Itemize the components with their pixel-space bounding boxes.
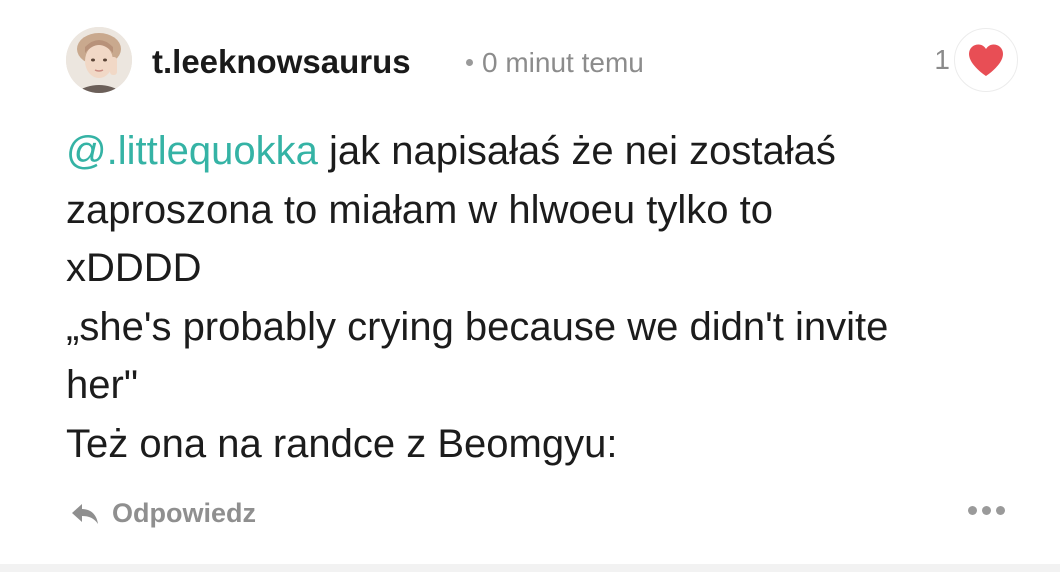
comment-line-2: zaproszona to miałam w hlwoeu tylko to [66,187,773,232]
comment-meta: 0 minut temu [466,43,644,83]
comment-line-1: @.littlequokka jak napisałaś że nei zost… [66,122,1036,181]
heart-icon [969,44,1003,76]
comment-body: @.littlequokka jak napisałaś że nei zost… [66,122,1036,474]
comment-header: t.leeknowsaurus 0 minut temu 1 [0,0,1060,110]
separator-dot [466,59,473,67]
more-dots-icon[interactable] [968,506,1005,515]
divider [0,564,1060,572]
comment-line-6: Też ona na randce z Beomgyu: [66,421,618,466]
reply-button[interactable]: Odpowiedz [70,498,256,529]
mention-link[interactable]: @.littlequokka [66,129,318,173]
comment-text: jak napisałaś że nei zostałaś [317,129,836,173]
comment-actions: Odpowiedz [0,492,1060,542]
dot [982,506,991,515]
comment: t.leeknowsaurus 0 minut temu 1 @.littleq… [0,0,1060,572]
timestamp: 0 minut temu [482,47,644,78]
comment-line-3: xDDDD [66,246,202,291]
avatar[interactable] [66,27,132,93]
dot [996,506,1005,515]
comment-line-4: „she's probably crying because we didn't… [66,304,889,349]
reply-label: Odpowiedz [112,498,256,528]
like-control: 1 [934,28,1018,92]
like-button[interactable] [954,28,1018,92]
avatar-image [66,27,132,93]
username[interactable]: t.leeknowsaurus [152,40,411,84]
reply-arrow-icon [70,502,100,526]
dot [968,506,977,515]
comment-line-5: her" [66,363,139,408]
like-count: 1 [934,44,950,75]
